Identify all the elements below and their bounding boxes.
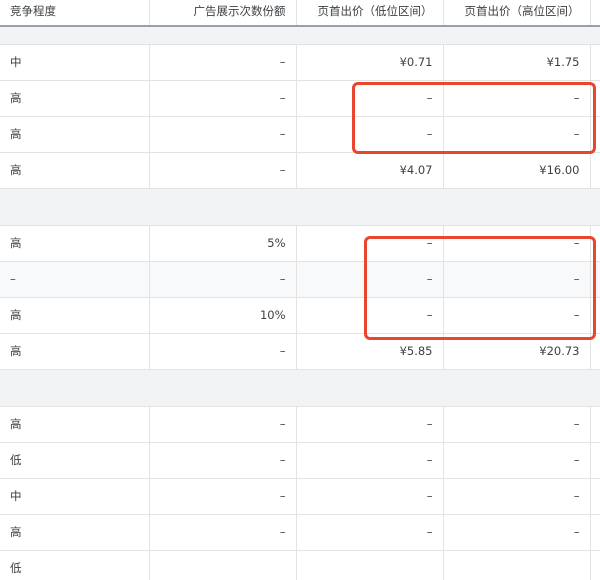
header-top-bid-high[interactable]: 页首出价（高位区间） (443, 0, 591, 27)
cell-extra (590, 478, 600, 515)
cell-competition: 高 (0, 406, 150, 443)
cell-impression-share: 10% (149, 297, 297, 334)
cell-impression-share: – (149, 478, 297, 515)
cell-bid-high: ¥1.75 (443, 44, 591, 81)
table-row: 低 (0, 550, 600, 580)
cell-impression-share: – (149, 442, 297, 479)
cell-impression-share: – (149, 514, 297, 551)
group-spacer (0, 188, 600, 226)
table-row: 高 – ¥4.07 ¥16.00 (0, 152, 600, 189)
table-row: 高 – – – (0, 406, 600, 443)
header-top-bid-low[interactable]: 页首出价（低位区间） (296, 0, 444, 27)
cell-impression-share: – (149, 44, 297, 81)
cell-competition: 高 (0, 333, 150, 370)
cell-competition: 低 (0, 442, 150, 479)
cell-bid-low: – (296, 478, 444, 515)
group-spacer (0, 369, 600, 407)
cell-competition: 中 (0, 44, 150, 81)
cell-bid-high: – (443, 406, 591, 443)
cell-competition: – (0, 261, 150, 298)
cell-competition: 高 (0, 152, 150, 189)
table-row: 低 – – – (0, 442, 600, 479)
table-row: 中 – ¥0.71 ¥1.75 (0, 44, 600, 81)
cell-competition: 低 (0, 550, 150, 580)
header-impression-share[interactable]: 广告展示次数份额 (149, 0, 297, 27)
cell-bid-low: ¥0.71 (296, 44, 444, 81)
cell-extra (590, 44, 600, 81)
cell-bid-low: – (296, 514, 444, 551)
highlight-box-middle (364, 236, 596, 340)
cell-competition: 高 (0, 514, 150, 551)
cell-impression-share: – (149, 152, 297, 189)
cell-extra (590, 514, 600, 551)
cell-bid-low: ¥4.07 (296, 152, 444, 189)
cell-bid-low: – (296, 442, 444, 479)
cell-bid-high: ¥16.00 (443, 152, 591, 189)
cell-extra (590, 152, 600, 189)
cell-impression-share: – (149, 116, 297, 153)
header-account-status[interactable]: 帐 (590, 0, 600, 27)
cell-bid-high: – (443, 478, 591, 515)
cell-bid-high: – (443, 442, 591, 479)
cell-bid-low: – (296, 406, 444, 443)
cell-competition: 中 (0, 478, 150, 515)
table-header-row: 竞争程度 广告展示次数份额 页首出价（低位区间） 页首出价（高位区间） 帐 (0, 0, 600, 27)
cell-impression-share: – (149, 261, 297, 298)
cell-bid-low (296, 550, 444, 580)
cell-bid-high (443, 550, 591, 580)
cell-impression-share: 5% (149, 225, 297, 262)
cell-impression-share: – (149, 333, 297, 370)
cell-extra (590, 550, 600, 580)
cell-extra (590, 406, 600, 443)
group-spacer (0, 26, 600, 45)
highlight-box-top (352, 82, 596, 154)
cell-competition: 高 (0, 297, 150, 334)
keyword-table-viewport: 竞争程度 广告展示次数份额 页首出价（低位区间） 页首出价（高位区间） 帐 中 … (0, 0, 600, 580)
cell-competition: 高 (0, 116, 150, 153)
header-competition[interactable]: 竞争程度 (0, 0, 150, 27)
cell-competition: 高 (0, 225, 150, 262)
cell-bid-high: – (443, 514, 591, 551)
table-row: 高 – – – (0, 514, 600, 551)
cell-impression-share (149, 550, 297, 580)
table-row: 中 – – – (0, 478, 600, 515)
cell-competition: 高 (0, 80, 150, 117)
cell-impression-share: – (149, 80, 297, 117)
cell-impression-share: – (149, 406, 297, 443)
cell-extra (590, 442, 600, 479)
